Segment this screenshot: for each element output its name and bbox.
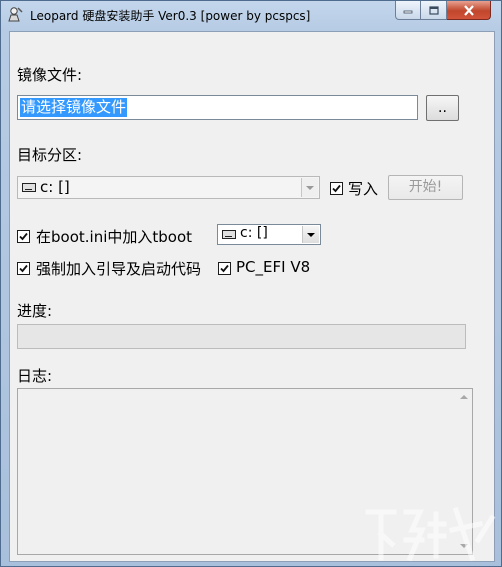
boot-ini-checkbox[interactable]: [17, 230, 30, 243]
drive-icon: [22, 183, 36, 192]
drive-icon: [222, 230, 236, 239]
checkmark-icon: [19, 232, 28, 241]
boot-ini-label: 在boot.ini中加入tboot: [36, 228, 193, 246]
image-file-value: 请选择镜像文件: [20, 98, 128, 117]
scroll-up-icon[interactable]: [460, 395, 468, 399]
start-button[interactable]: 开始!: [388, 175, 463, 200]
chevron-down-icon: [302, 226, 319, 243]
minimize-button[interactable]: [395, 1, 421, 20]
close-button[interactable]: [447, 1, 491, 20]
caption-buttons: [395, 1, 491, 21]
image-file-label: 镜像文件:: [17, 66, 83, 84]
app-icon: [8, 7, 23, 22]
close-icon: [463, 4, 474, 16]
log-label: 日志:: [17, 367, 53, 385]
maximize-icon: [428, 5, 439, 15]
chevron-down-icon: [301, 178, 318, 197]
image-file-input[interactable]: 请选择镜像文件: [17, 95, 418, 120]
progress-label: 进度:: [17, 302, 53, 320]
checkmark-icon: [332, 184, 341, 193]
target-partition-value: c: []: [40, 178, 70, 196]
force-boot-checkbox[interactable]: [17, 262, 30, 275]
boot-drive-value: c: []: [240, 225, 268, 241]
title-bar[interactable]: Leopard 硬盘安装助手 Ver0.3 [power by pcspcs]: [1, 1, 501, 29]
progress-bar: [17, 324, 466, 349]
pc-efi-checkbox[interactable]: [218, 262, 231, 275]
maximize-button[interactable]: [421, 1, 447, 20]
boot-drive-select[interactable]: c: []: [217, 224, 321, 245]
window-title: Leopard 硬盘安装助手 Ver0.3 [power by pcspcs]: [30, 9, 311, 23]
checkmark-icon: [220, 264, 229, 273]
checkmark-icon: [19, 264, 28, 273]
minimize-icon: [403, 10, 413, 14]
force-boot-label: 强制加入引导及启动代码: [36, 260, 202, 278]
target-partition-select[interactable]: c: []: [17, 176, 320, 199]
app-window: Leopard 硬盘安装助手 Ver0.3 [power by pcspcs] …: [0, 0, 502, 567]
client-area: 镜像文件: 请选择镜像文件 .. 目标分区: c: [] 写入 开始! 在boo…: [9, 31, 495, 562]
target-partition-label: 目标分区:: [17, 146, 83, 164]
watermark-logo: [365, 506, 496, 562]
write-label: 写入: [348, 180, 379, 198]
pc-efi-label: PC_EFI V8: [236, 258, 311, 276]
browse-button[interactable]: ..: [426, 95, 459, 121]
write-checkbox[interactable]: [330, 182, 343, 195]
